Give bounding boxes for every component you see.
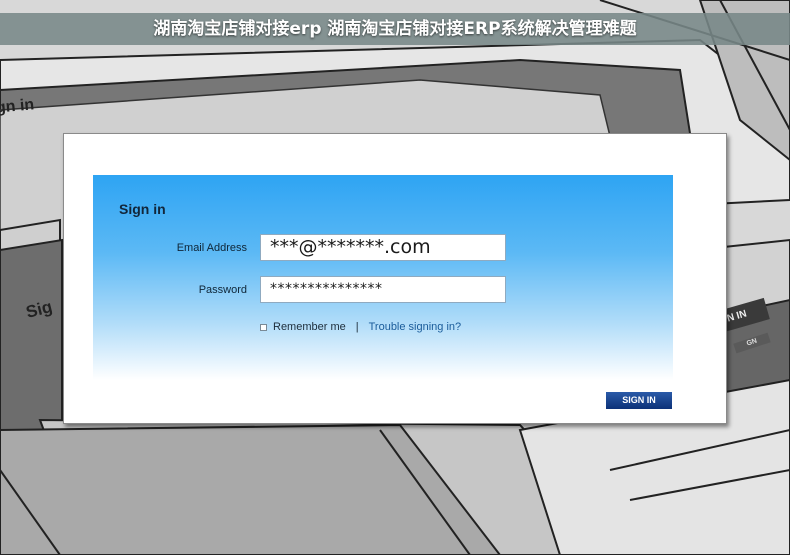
trouble-signing-in-link[interactable]: Trouble signing in?	[369, 321, 462, 333]
sign-in-card: Sign in Email Address ***@*******.com Pa…	[63, 133, 727, 424]
password-field[interactable]: ***************	[260, 276, 506, 303]
sign-in-panel: Sign in Email Address ***@*******.com Pa…	[93, 175, 673, 380]
email-label: Email Address	[176, 242, 247, 254]
options-row: Remember me | Trouble signing in?	[260, 321, 461, 333]
background-sign-in-text: gn in	[0, 96, 35, 117]
page-title: 湖南淘宝店铺对接erp 湖南淘宝店铺对接ERP系统解决管理难题	[0, 13, 790, 45]
password-label: Password	[198, 284, 247, 296]
form-title: Sign in	[119, 201, 166, 217]
remember-me-checkbox[interactable]	[260, 323, 267, 331]
options-separator: |	[355, 321, 359, 333]
email-field[interactable]: ***@*******.com	[260, 234, 506, 261]
remember-me-label[interactable]: Remember me	[273, 321, 346, 333]
sign-in-button[interactable]: SIGN IN	[606, 392, 672, 409]
